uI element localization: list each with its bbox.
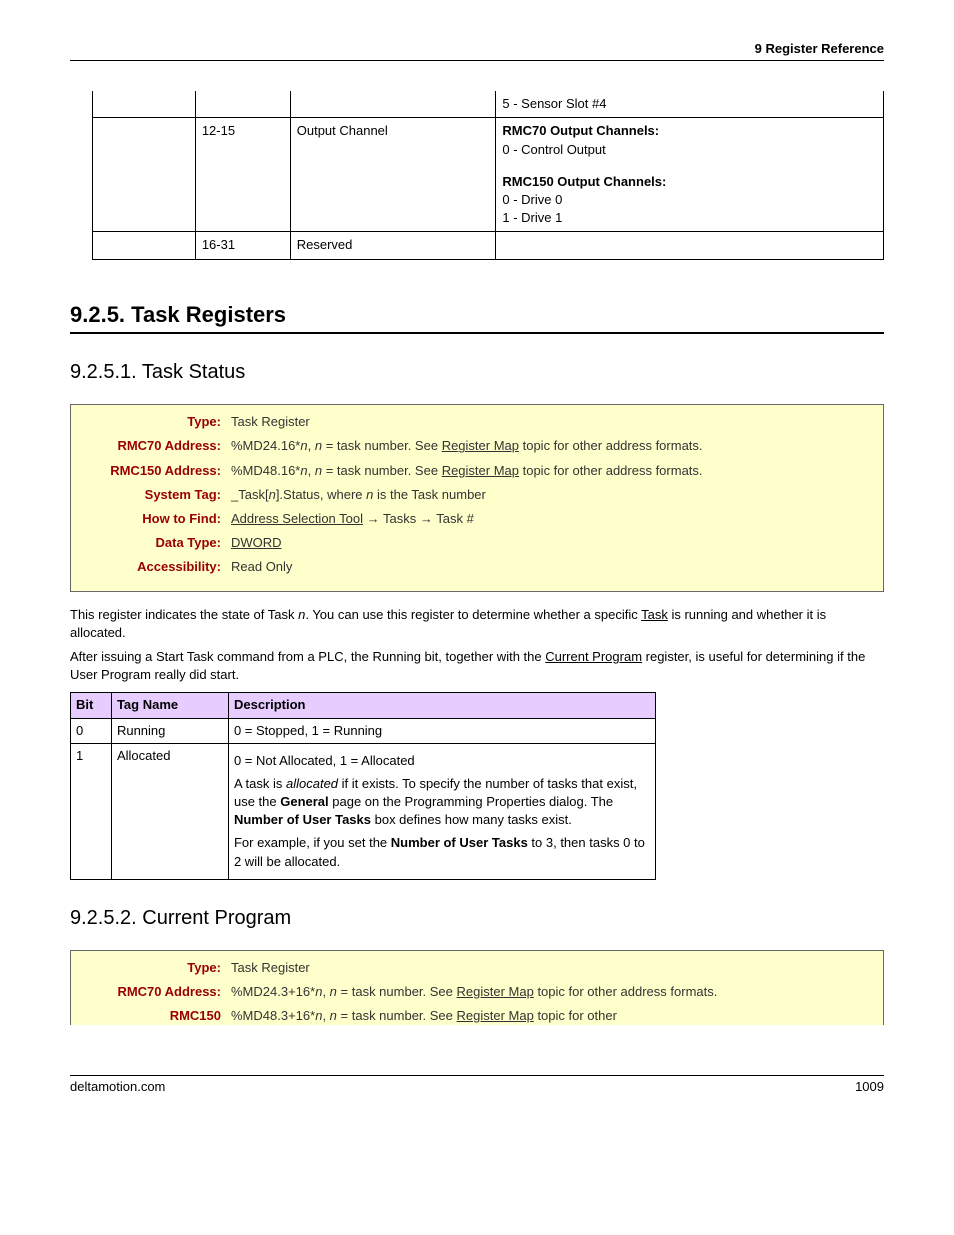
current-program-info-box: Type: Task Register RMC70 Address: %MD24… [70, 950, 884, 1026]
cell-desc: 0 = Not Allocated, 1 = Allocated A task … [228, 743, 655, 879]
rmc70-out-heading: RMC70 Output Channels: [502, 123, 659, 138]
cell: Reserved [290, 232, 496, 259]
cell [93, 118, 196, 232]
label-rmc150-address: RMC150 [81, 1007, 231, 1025]
header-chapter: 9 Register Reference [755, 41, 884, 56]
cell: Output Channel [290, 118, 496, 232]
section-heading-task-registers: 9.2.5. Task Registers [70, 300, 884, 335]
rmc70-out-0: 0 - Control Output [502, 141, 877, 159]
register-map-link[interactable]: Register Map [457, 984, 534, 999]
register-map-link[interactable]: Register Map [442, 463, 519, 478]
value-system-tag: _Task[n].Status, where n is the Task num… [231, 486, 873, 504]
allocated-line-3: For example, if you set the Number of Us… [234, 834, 650, 870]
label-rmc70-address: RMC70 Address: [81, 983, 231, 1001]
rmc150-out-0: 0 - Drive 0 [502, 191, 877, 209]
cell [290, 91, 496, 118]
allocated-line-2: A task is allocated if it exists. To spe… [234, 775, 650, 830]
cell [496, 232, 884, 259]
label-type: Type: [81, 959, 231, 977]
table-row: 12-15 Output Channel RMC70 Output Channe… [93, 118, 884, 232]
cell: 16-31 [195, 232, 290, 259]
cell [195, 91, 290, 118]
label-how-to-find: How to Find: [81, 510, 231, 528]
cell: 5 - Sensor Slot #4 [496, 91, 884, 118]
cell: 12-15 [195, 118, 290, 232]
footer-site: deltamotion.com [70, 1078, 165, 1096]
table-row: 5 - Sensor Slot #4 [93, 91, 884, 118]
task-link[interactable]: Task [641, 607, 668, 622]
rmc150-out-heading: RMC150 Output Channels: [502, 174, 666, 189]
rmc150-out-1: 1 - Drive 1 [502, 209, 877, 227]
cell-tag: Allocated [111, 743, 228, 879]
value-accessibility: Read Only [231, 558, 873, 576]
col-tag-name: Tag Name [111, 693, 228, 718]
task-status-para-1: This register indicates the state of Tas… [70, 606, 884, 642]
table-row: 16-31 Reserved [93, 232, 884, 259]
table-row: 1 Allocated 0 = Not Allocated, 1 = Alloc… [71, 743, 656, 879]
task-status-para-2: After issuing a Start Task command from … [70, 648, 884, 684]
col-bit: Bit [71, 693, 112, 718]
value-data-type: DWORD [231, 534, 873, 552]
footer-page-number: 1009 [855, 1078, 884, 1096]
register-map-link[interactable]: Register Map [457, 1008, 534, 1023]
address-selection-tool-link[interactable]: Address Selection Tool [231, 511, 363, 526]
label-system-tag: System Tag: [81, 486, 231, 504]
label-data-type: Data Type: [81, 534, 231, 552]
cell-bit: 0 [71, 718, 112, 743]
value-how-to-find: Address Selection Tool → Tasks → Task # [231, 510, 873, 528]
value-type: Task Register [231, 413, 873, 431]
table-row: 0 Running 0 = Stopped, 1 = Running [71, 718, 656, 743]
bits-header-row: Bit Tag Name Description [71, 693, 656, 718]
cell-desc: 0 = Stopped, 1 = Running [228, 718, 655, 743]
subsection-heading-task-status: 9.2.5.1. Task Status [70, 358, 884, 386]
current-program-link[interactable]: Current Program [545, 649, 642, 664]
value-rmc70-address: %MD24.16*n, n = task number. See Registe… [231, 437, 873, 455]
dword-link[interactable]: DWORD [231, 535, 282, 550]
cell [93, 91, 196, 118]
value-rmc150-address: %MD48.16*n, n = task number. See Registe… [231, 462, 873, 480]
label-rmc150-address: RMC150 Address: [81, 462, 231, 480]
task-status-bits-table: Bit Tag Name Description 0 Running 0 = S… [70, 692, 656, 880]
label-rmc70-address: RMC70 Address: [81, 437, 231, 455]
value-rmc150-address: %MD48.3+16*n, n = task number. See Regis… [231, 1007, 873, 1025]
label-accessibility: Accessibility: [81, 558, 231, 576]
value-rmc70-address: %MD24.3+16*n, n = task number. See Regis… [231, 983, 873, 1001]
output-channel-table: 5 - Sensor Slot #4 12-15 Output Channel … [92, 91, 884, 259]
prior-section-table: 5 - Sensor Slot #4 12-15 Output Channel … [92, 91, 884, 259]
cell [93, 232, 196, 259]
cell-bit: 1 [71, 743, 112, 879]
task-status-info-box: Type: Task Register RMC70 Address: %MD24… [70, 404, 884, 591]
allocated-line-1: 0 = Not Allocated, 1 = Allocated [234, 752, 650, 770]
value-type: Task Register [231, 959, 873, 977]
label-type: Type: [81, 413, 231, 431]
page-footer: deltamotion.com 1009 [70, 1075, 884, 1096]
subsection-heading-current-program: 9.2.5.2. Current Program [70, 904, 884, 932]
cell: RMC70 Output Channels: 0 - Control Outpu… [496, 118, 884, 232]
cell-tag: Running [111, 718, 228, 743]
col-description: Description [228, 693, 655, 718]
page-header: 9 Register Reference [70, 40, 884, 61]
register-map-link[interactable]: Register Map [442, 438, 519, 453]
